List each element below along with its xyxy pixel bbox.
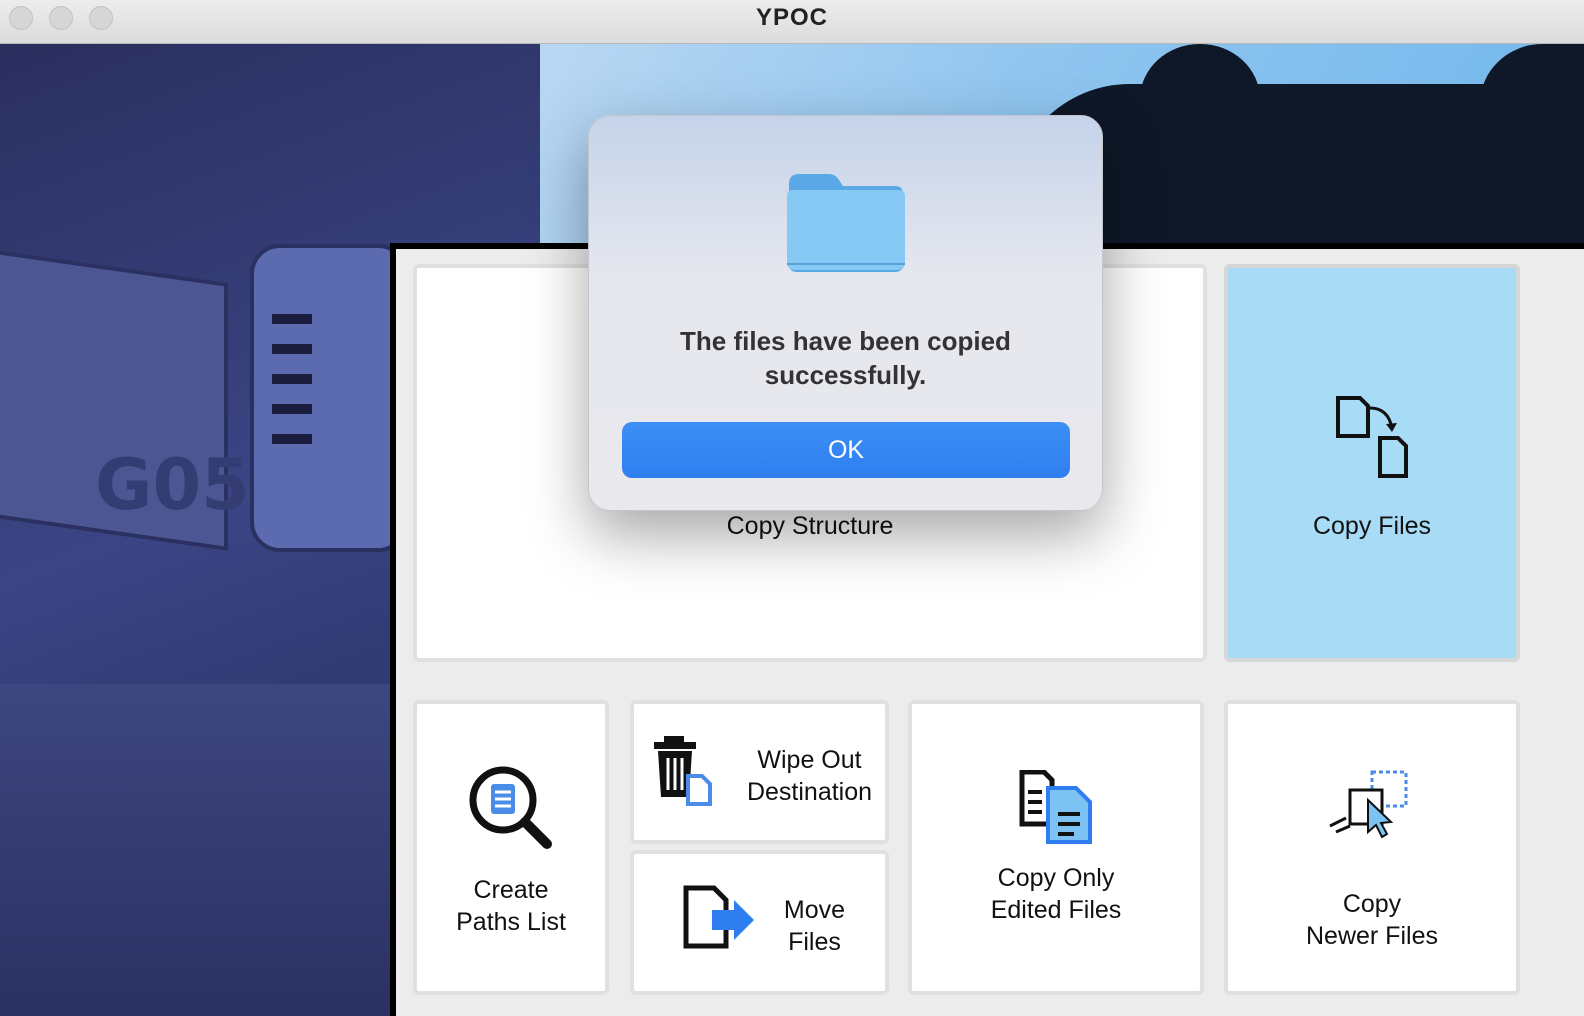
magnifier-document-icon	[469, 766, 552, 849]
folder-icon	[787, 174, 905, 272]
alert-message-line2: successfully.	[764, 360, 927, 390]
vent-slot	[272, 374, 312, 384]
title-bar: YPOC	[0, 0, 1584, 44]
vent-slot	[272, 404, 312, 414]
copy-only-edited-files-line2: Edited Files	[990, 896, 1122, 924]
copy-structure-label: Copy Structure	[726, 512, 894, 540]
alert-message-line1: The files have been copied	[680, 326, 1011, 356]
wipe-out-destination-tile[interactable]: Wipe Out Destination	[630, 700, 889, 844]
create-paths-list-tile[interactable]: Create Paths List	[413, 700, 609, 995]
copy-files-icon	[1336, 396, 1408, 478]
background-silhouette-ear	[1140, 44, 1260, 154]
vent-slot	[272, 344, 312, 354]
copy-newer-files-line2: Newer Files	[1306, 922, 1438, 950]
move-files-line1: Move	[783, 896, 846, 924]
copy-files-tile[interactable]: Copy Files	[1224, 264, 1520, 662]
background-floor	[0, 684, 400, 1016]
copy-edited-files-icon	[1019, 770, 1092, 844]
copy-only-edited-files-line1: Copy Only	[997, 864, 1115, 892]
trash-document-icon	[654, 736, 712, 806]
alert-dialog: The files have been copied successfully.…	[588, 115, 1103, 511]
move-files-line2: Files	[788, 928, 841, 956]
move-files-tile[interactable]: Move Files	[630, 850, 889, 995]
wipe-out-destination-line1: Wipe Out	[757, 746, 862, 774]
vent-slot	[272, 314, 312, 324]
ok-button[interactable]: OK	[622, 422, 1070, 478]
copy-files-label: Copy Files	[1312, 512, 1432, 540]
wipe-out-destination-line2: Destination	[746, 778, 873, 806]
alert-message: The files have been copied successfully.	[619, 324, 1072, 392]
create-paths-list-line1: Create	[473, 876, 549, 904]
copy-newer-files-tile[interactable]: Copy Newer Files	[1224, 700, 1520, 995]
background-vent	[250, 244, 408, 552]
copy-newer-files-line1: Copy	[1342, 890, 1402, 918]
create-paths-list-line2: Paths List	[456, 908, 566, 936]
copy-newer-files-icon	[1329, 770, 1408, 839]
vent-slot	[272, 434, 312, 444]
window-title: YPOC	[755, 4, 828, 31]
copy-only-edited-files-tile[interactable]: Copy Only Edited Files	[908, 700, 1204, 995]
background-text: G05	[95, 444, 250, 526]
